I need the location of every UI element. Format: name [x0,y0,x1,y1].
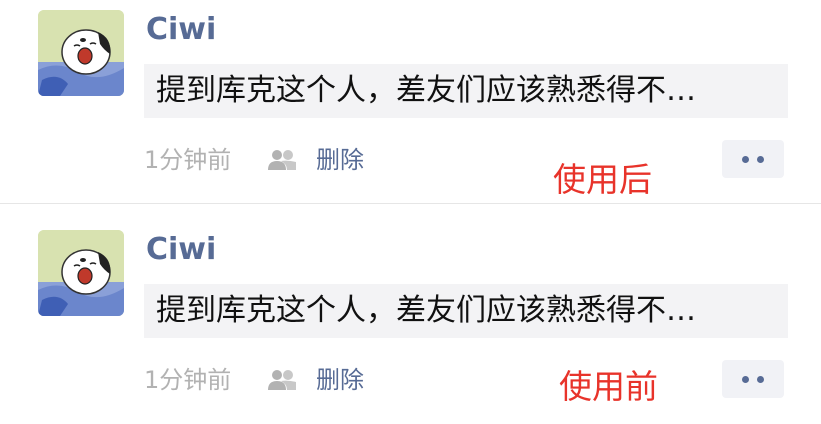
shared-link-title: 提到库克这个人，差友们应该熟悉得不… [156,293,696,328]
delete-link[interactable]: 删除 [316,143,364,177]
avatar[interactable] [38,10,124,96]
shared-link-card[interactable]: 提到库克这个人，差友们应该熟悉得不… [144,284,788,338]
two-people-icon [268,150,296,170]
avatar[interactable] [38,230,124,316]
two-dots-icon [757,376,764,383]
avatar-image [38,230,124,316]
more-actions-button[interactable] [722,360,784,398]
two-dots-icon [757,156,764,163]
author-name[interactable]: Ciwi [146,230,216,270]
more-actions-button[interactable] [722,140,784,178]
shared-link-card[interactable]: 提到库克这个人，差友们应该熟悉得不… [144,64,788,118]
annotation-label: 使用后 [553,160,652,199]
post-time: 1分钟前 [144,146,232,174]
delete-link[interactable]: 删除 [316,363,364,397]
author-name[interactable]: Ciwi [146,10,216,50]
moment-post: Ciwi 提到库克这个人，差友们应该熟悉得不… 1分钟前 删除 使用前 [0,220,821,424]
shared-link-title: 提到库克这个人，差友们应该熟悉得不… [156,73,696,108]
moment-post: Ciwi 提到库克这个人，差友们应该熟悉得不… 1分钟前 删除 使用后 [0,0,821,204]
post-time: 1分钟前 [144,366,232,394]
divider [0,203,821,204]
annotation-label: 使用前 [559,367,658,406]
two-dots-icon [742,156,749,163]
avatar-image [38,10,124,96]
two-people-icon [268,370,296,390]
two-dots-icon [742,376,749,383]
